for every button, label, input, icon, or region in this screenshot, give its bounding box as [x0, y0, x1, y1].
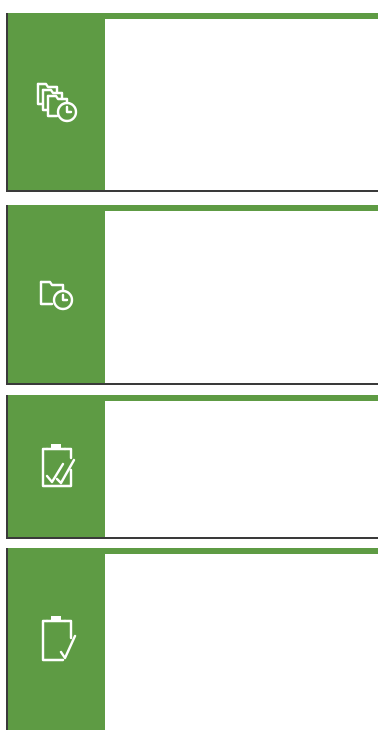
tile-content	[105, 211, 378, 383]
tile-stacked-folders-clock[interactable]	[6, 13, 378, 192]
tile-content	[105, 554, 378, 730]
stacked-folders-clock-icon	[35, 80, 79, 124]
tile-content	[105, 401, 378, 537]
tile-icon-panel	[8, 205, 105, 383]
clipboard-check-icon	[37, 614, 77, 664]
tile-content	[105, 19, 378, 190]
tile-clipboard-check[interactable]	[6, 548, 378, 730]
tile-folder-clock[interactable]	[6, 205, 378, 385]
tile-clipboard-double-check[interactable]	[6, 395, 378, 539]
tile-icon-panel	[8, 395, 105, 537]
folder-clock-icon	[37, 276, 77, 312]
clipboard-double-check-icon	[37, 442, 77, 490]
tile-icon-panel	[8, 548, 105, 730]
tile-icon-panel	[8, 13, 105, 190]
